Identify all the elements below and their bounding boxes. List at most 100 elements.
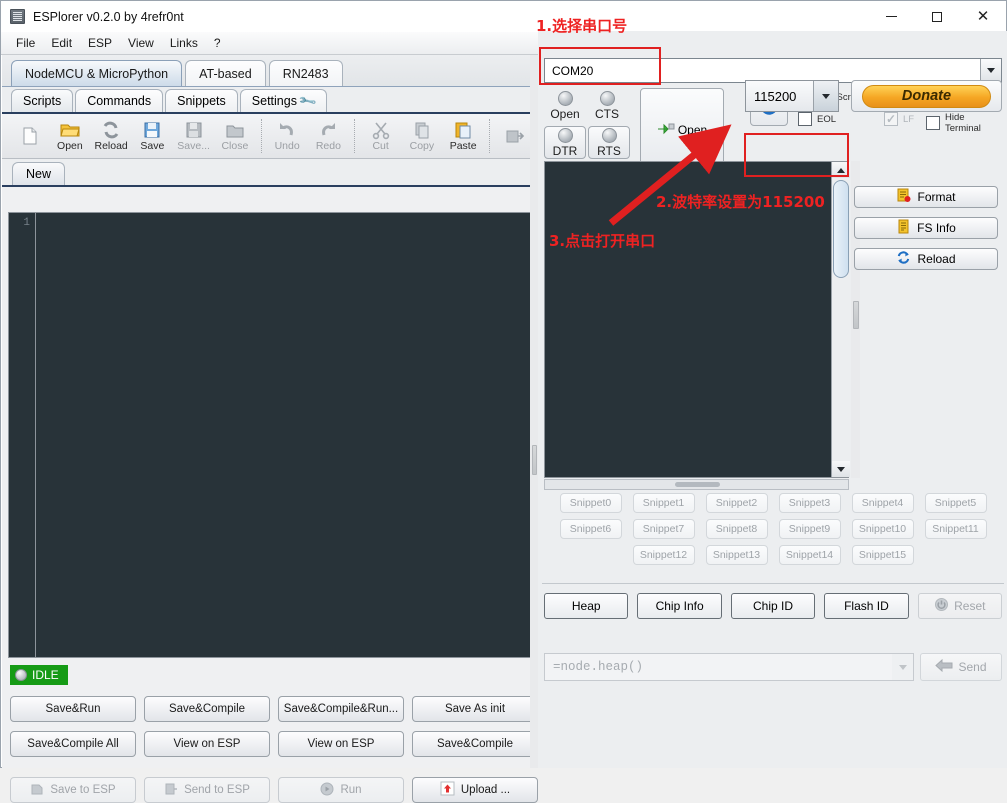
eol-checkbox-box[interactable] [798,112,812,126]
new-file-button[interactable] [8,115,49,158]
snippet-button-2[interactable]: Snippet2 [705,493,768,513]
snippet-button-8[interactable]: Snippet8 [705,519,768,539]
chevron-down-icon[interactable] [980,59,1001,82]
command-history-chevron-icon[interactable] [892,654,913,680]
dtr-label: DTR [552,143,578,158]
menu-edit[interactable]: Edit [44,33,79,53]
menu-links[interactable]: Links [163,33,205,53]
editor-text-area[interactable] [36,213,530,657]
upload-label: Upload ... [460,784,511,796]
cut-button[interactable]: Cut [360,115,401,158]
open-button[interactable]: Open [49,115,90,158]
save-compile-run-button[interactable]: Save&Compile&Run... [278,696,404,722]
device-tab-rn2483[interactable]: RN2483 [268,60,343,86]
save-and-compile-button[interactable]: Save&Compile [144,696,270,722]
snippet-button-3[interactable]: Snippet3 [778,493,841,513]
main-area: NodeMCU & MicroPython AT-based RN2483 Sc… [1,31,1007,803]
baud-chevron-down-icon[interactable] [813,81,838,111]
menu-file[interactable]: File [9,33,42,53]
send-button[interactable]: Send [920,653,1002,681]
save-button[interactable]: Save [132,115,173,158]
flash-id-button[interactable]: Flash ID [824,593,909,619]
snippet-button-14[interactable]: Snippet14 [778,545,841,565]
snippet-button-7[interactable]: Snippet7 [632,519,695,539]
device-tab-nodemcu[interactable]: NodeMCU & MicroPython [11,60,183,86]
upload-button[interactable]: Upload ... [412,777,538,803]
format-button[interactable]: Format [854,186,998,208]
hide-terminal-checkbox[interactable]: Hide Terminal [926,112,1002,134]
snippet-button-5[interactable]: Snippet5 [924,493,987,513]
paste-button[interactable]: Paste [443,115,484,158]
chip-info-button[interactable]: Chip Info [637,593,722,619]
snippet-row-2: Snippet6 Snippet7 Snippet8 Snippet9 Snip… [544,519,1002,539]
eol-checkbox[interactable]: EOL [798,112,860,126]
wrench-icon: 🔧 [297,90,318,112]
terminal-horizontal-scrollbar[interactable] [544,479,849,490]
minimize-icon[interactable] [868,1,914,32]
status-label: IDLE [32,668,59,682]
tab-settings[interactable]: Settings 🔧 [239,89,327,112]
maximize-icon[interactable] [914,1,960,32]
snippet-button-13[interactable]: Snippet13 [705,545,768,565]
snippet-button-4[interactable]: Snippet4 [851,493,914,513]
send-to-esp-button[interactable]: Send to ESP [144,777,270,803]
editor-tab-new[interactable]: New [12,162,66,185]
device-tab-at-based[interactable]: AT-based [185,60,266,86]
snippet-button-12[interactable]: Snippet12 [632,545,695,565]
reload-button[interactable]: Reload [91,115,132,158]
menu-esp[interactable]: ESP [81,33,119,53]
snippet-button-6[interactable]: Snippet6 [559,519,622,539]
tab-snippets[interactable]: Snippets [165,89,238,112]
terminal-splitter[interactable] [851,161,860,478]
close-file-icon [224,120,246,140]
view-on-esp-button-1[interactable]: View on ESP [144,731,270,757]
snippet-button-0[interactable]: Snippet0 [559,493,622,513]
reset-button[interactable]: Reset [917,593,1003,619]
chip-id-button[interactable]: Chip ID [730,593,816,619]
snippet-button-10[interactable]: Snippet10 [851,519,914,539]
redo-button[interactable]: Redo [308,115,349,158]
menu-view[interactable]: View [121,33,161,53]
menu-help[interactable]: ? [207,33,228,53]
save-as-init-button[interactable]: Save As init [412,696,538,722]
snippet-button-11[interactable]: Snippet11 [924,519,987,539]
run-button[interactable]: Run [278,777,404,803]
action-button-row-2: Save&Compile All View on ESP View on ESP… [10,731,538,757]
serial-led-group: Open CTS DTR RTS [544,88,630,159]
tab-commands[interactable]: Commands [75,89,164,112]
save-and-compile-button-2[interactable]: Save&Compile [412,731,538,757]
open-port-button[interactable]: Open [640,88,724,172]
fs-reload-button[interactable]: Reload [854,248,998,270]
tab-scripts[interactable]: Scripts [11,89,74,112]
reload-icon [100,120,122,140]
baud-rate-select[interactable]: 115200 [745,80,839,112]
reload-label: Reload [94,140,128,153]
snippet-button-15[interactable]: Snippet15 [851,545,914,565]
dtr-button[interactable]: DTR [544,126,586,159]
donate-button[interactable]: Donate [851,80,1002,112]
save-and-compile-all-button[interactable]: Save&Compile All [10,731,136,757]
snippet-button-1[interactable]: Snippet1 [632,493,695,513]
heap-button[interactable]: Heap [544,593,629,619]
scrollbar-thumb[interactable] [833,180,849,278]
open-port-icon [657,121,675,140]
terminal-scrollbar[interactable] [831,162,850,477]
hide-terminal-checkbox-box[interactable] [926,116,940,130]
save-to-esp-button[interactable]: Save to ESP [10,777,136,803]
undo-button[interactable]: Undo [267,115,308,158]
rts-button[interactable]: RTS [588,126,630,159]
command-input[interactable]: =node.heap() [544,653,914,681]
lf-label: LF [903,113,915,125]
save-as-button[interactable]: Save... [173,115,214,158]
snippet-button-9[interactable]: Snippet9 [778,519,841,539]
close-file-button[interactable]: Close [214,115,255,158]
code-editor[interactable]: 1 [8,212,531,658]
view-on-esp-button-2[interactable]: View on ESP [278,731,404,757]
scroll-down-icon[interactable] [832,461,850,477]
eol-label: EOL [817,113,837,125]
close-icon[interactable]: ✕ [960,1,1006,32]
fs-info-button[interactable]: FS Info [854,217,998,239]
pane-splitter[interactable] [530,55,538,768]
save-and-run-button[interactable]: Save&Run [10,696,136,722]
copy-button[interactable]: Copy [401,115,442,158]
